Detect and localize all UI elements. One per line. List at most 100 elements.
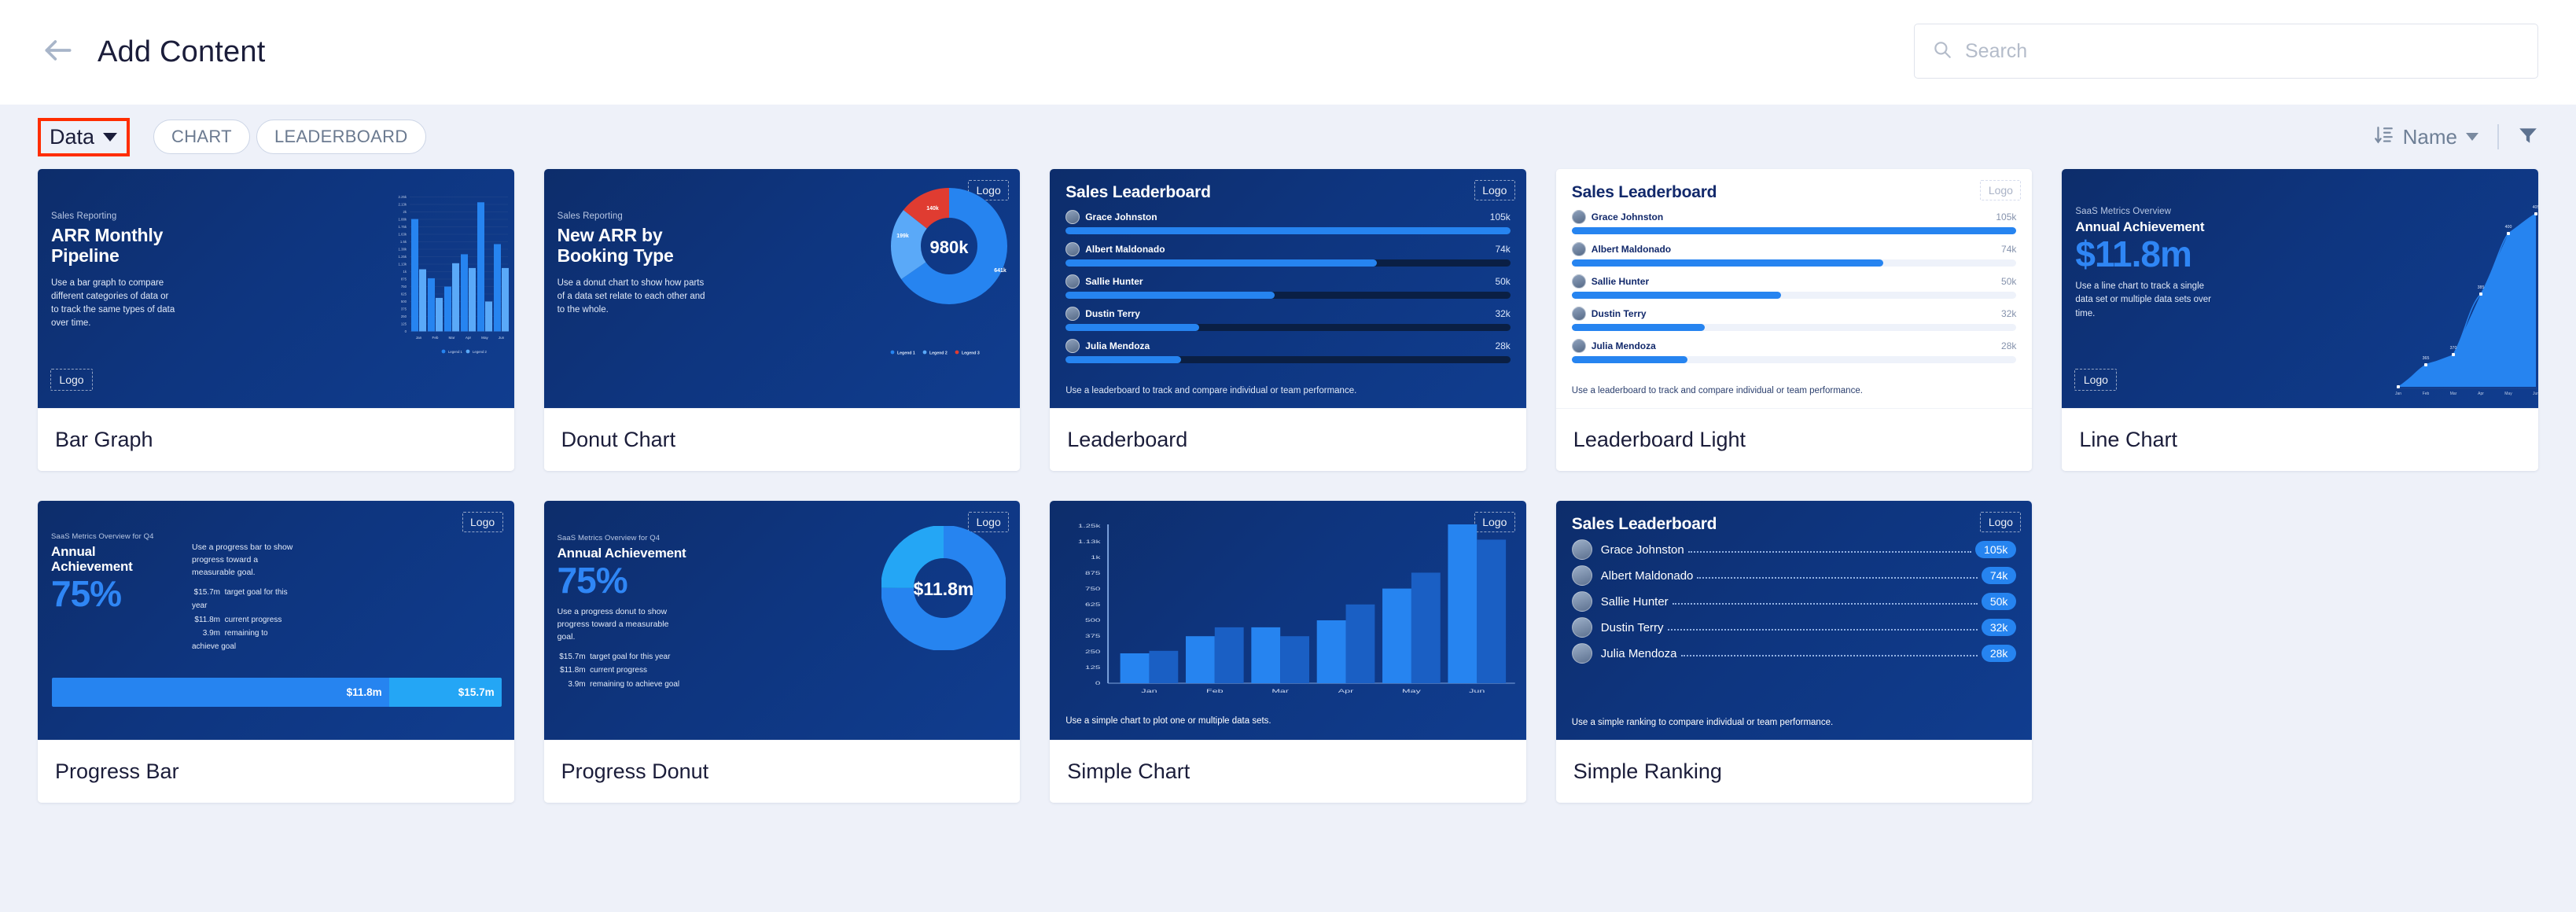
progress-target-segment: $15.7m (388, 678, 502, 707)
svg-text:Jan: Jan (1141, 689, 1157, 694)
ranking-name: Sallie Hunter (1600, 594, 1669, 609)
leaderboard-name: Grace Johnston (1085, 211, 1157, 222)
ranking-row: Julia Mendoza 28k (1571, 643, 2017, 664)
card-title-simple-chart: Simple Chart (1050, 740, 1526, 803)
svg-text:980k: 980k (930, 237, 970, 257)
card-preview: 365 370 385 400 405 Jan Feb Mar Apr May Jun Log… (2062, 169, 2538, 408)
leaderboard-name: Julia Mendoza (1085, 340, 1150, 351)
leader-dots (1697, 577, 1978, 579)
filter-pill-chart[interactable]: CHART (153, 120, 250, 154)
simple-ranking-body: Sales Leaderboard Grace Johnston 105k Al… (1556, 501, 2033, 740)
leaderboard-track (1065, 356, 1511, 363)
leaderboard-value: 105k (1996, 211, 2017, 222)
ranking-name: Grace Johnston (1600, 542, 1684, 557)
svg-text:641k: 641k (994, 268, 1006, 274)
stat-amount: $15.7m (193, 588, 220, 598)
leaderboard-track (1065, 259, 1511, 267)
avatar (1571, 210, 1586, 224)
svg-text:May: May (1402, 689, 1421, 694)
page-title: Add Content (98, 35, 266, 68)
progress-bar-graphic: $11.8m $15.7m (52, 678, 502, 707)
leaderboard-name: Sallie Hunter (1591, 276, 1650, 287)
svg-text:Mar: Mar (2450, 392, 2457, 396)
back-arrow-icon (41, 33, 75, 72)
content-card-progress-donut[interactable]: Logo SaaS Metrics Overview for Q4 Annual… (543, 501, 1021, 803)
svg-text:365: 365 (2423, 356, 2430, 361)
preview-description: Use a leaderboard to track and compare i… (1571, 386, 1863, 395)
leaderboard-value: 32k (2001, 308, 2017, 319)
card-preview: Logo SaaS Metrics Overview for Q4 Annual… (543, 501, 1021, 740)
svg-text:750: 750 (400, 285, 407, 289)
card-title-progress-donut: Progress Donut (543, 740, 1021, 803)
svg-text:2.25k: 2.25k (398, 195, 407, 199)
preview-eyebrow: SaaS Metrics Overview (2075, 207, 2171, 216)
svg-text:Legend 2: Legend 2 (929, 351, 948, 355)
svg-text:385: 385 (2478, 285, 2485, 290)
avatar (1571, 591, 1592, 612)
content-card-bar-graph[interactable]: Logo Sales Reporting ARR Monthly Pipelin… (38, 169, 514, 471)
leaderboard-name: Dustin Terry (1591, 308, 1647, 319)
svg-text:Legend 2: Legend 2 (473, 350, 488, 354)
filter-pill-leaderboard[interactable]: LEADERBOARD (256, 120, 426, 154)
chevron-down-icon (103, 132, 118, 142)
leaderboard-track (1065, 227, 1511, 234)
leaderboard-title: Sales Leaderboard (1065, 183, 1211, 201)
preview-headline: Annual Achievement (51, 544, 133, 575)
content-card-grid: Logo Sales Reporting ARR Monthly Pipelin… (0, 169, 2576, 803)
simple-ranking-preview: Logo Sales Leaderboard Grace Johnston 10… (1555, 501, 2033, 740)
content-card-leaderboard[interactable]: Logo Sales Leaderboard Grace Johnston 10… (1050, 169, 1526, 471)
leader-dots (1680, 655, 1978, 656)
leaderboard-track (1571, 292, 2017, 299)
leaderboard-row: Sallie Hunter 50k (1065, 274, 1511, 299)
sort-descending-icon (2374, 125, 2394, 149)
preview-eyebrow: SaaS Metrics Overview for Q4 (557, 534, 661, 542)
search-input[interactable] (1965, 39, 2520, 63)
content-card-simple-ranking[interactable]: Logo Sales Leaderboard Grace Johnston 10… (1555, 501, 2033, 803)
svg-text:1.13k: 1.13k (1078, 539, 1101, 544)
data-category-dropdown[interactable]: Data (38, 117, 131, 156)
leaderboard-row: Albert Maldonado 74k (1571, 242, 2017, 267)
content-card-progress-bar[interactable]: Logo SaaS Metrics Overview for Q4 Annual… (38, 501, 514, 803)
avatar (1571, 339, 1586, 353)
svg-text:Apr: Apr (466, 336, 472, 340)
preview-description: Use a leaderboard to track and compare i… (1065, 386, 1357, 395)
preview-description: Use a simple chart to plot one or multip… (1065, 716, 1271, 726)
back-button[interactable] (38, 32, 79, 73)
leaderboard-name: Dustin Terry (1085, 308, 1140, 319)
preview-eyebrow: Sales Reporting (557, 211, 623, 221)
bar-chart-graphic: 2.25k 2.13k 2k 1.88k 1.75k 1.63k 1.5k 1.38k 1.… (390, 189, 510, 374)
svg-text:May: May (481, 336, 488, 340)
svg-text:125: 125 (1085, 665, 1100, 670)
content-card-simple-chart[interactable]: Logo 1.25k 1.13k 1k 875 750 625 500 375 250 12… (1050, 501, 1526, 803)
preview-big-number: $11.8m (2075, 234, 2191, 275)
svg-text:1.25k: 1.25k (1078, 524, 1101, 528)
preview-description: Use a line chart to track a single data … (2075, 281, 2211, 318)
stat-amount: 3.9m (202, 628, 220, 638)
avatar (1065, 274, 1080, 289)
content-card-leaderboard-light[interactable]: Logo Sales Leaderboard Grace Johnston 10… (1555, 169, 2033, 471)
progress-current-segment: $11.8m (52, 678, 389, 707)
leaderboard-track (1065, 292, 1511, 299)
filter-toolbar: Data CHART LEADERBOARD Name (0, 105, 2576, 169)
progress-donut-graphic: $11.8m (881, 525, 1007, 651)
ranking-title: Sales Leaderboard (1571, 515, 1717, 533)
card-title-leaderboard-light: Leaderboard Light (1555, 408, 2033, 471)
bar-graph-preview: Logo Sales Reporting ARR Monthly Pipelin… (38, 169, 514, 408)
simple-chart-graphic: 1.25k 1.13k 1k 875 750 625 500 375 250 125 0 (1061, 518, 1518, 699)
leaderboard-title: Sales Leaderboard (1571, 183, 1717, 201)
leaderboard-track (1065, 324, 1511, 331)
svg-text:0: 0 (1095, 681, 1100, 686)
stat-row: $15.7m target goal for this year (192, 586, 294, 612)
logo-placeholder: Logo (50, 369, 93, 391)
search-box[interactable] (1914, 24, 2538, 79)
sort-control[interactable]: Name (2374, 125, 2478, 149)
ranking-name: Albert Maldonado (1600, 568, 1694, 583)
content-card-donut-chart[interactable]: Logo Sales Reporting New ARR by Booking … (543, 169, 1021, 471)
card-preview: Logo Sales Leaderboard Grace Johnston 10… (1050, 169, 1526, 408)
leaderboard-name: Albert Maldonado (1085, 244, 1165, 255)
svg-text:Mar: Mar (1272, 689, 1290, 694)
filter-button[interactable] (2518, 124, 2538, 150)
content-card-line-chart[interactable]: 365 370 385 400 405 Jan Feb Mar Apr May Jun Log… (2062, 169, 2538, 471)
svg-text:370: 370 (2450, 346, 2457, 351)
stats-list: $15.7m target goal for this year $11.8m … (558, 650, 687, 691)
